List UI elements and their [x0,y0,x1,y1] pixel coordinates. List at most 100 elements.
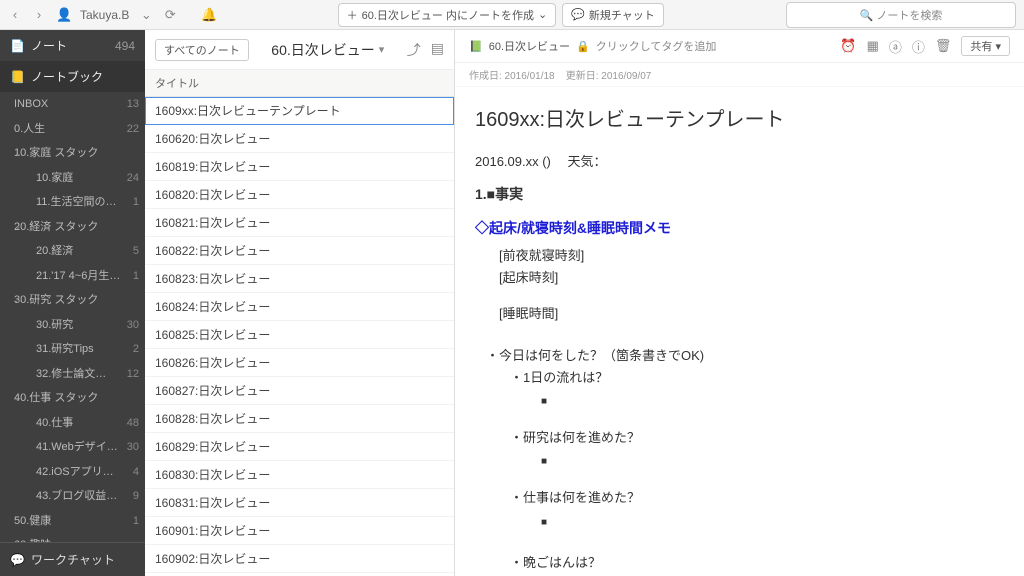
sidebar-item-16[interactable]: 43.ブログ収益…9 [0,484,145,509]
sidebar-item-count: 1 [133,513,139,530]
sidebar-item-1[interactable]: 0.人生22 [0,117,145,142]
sidebar-item-label: 10.家庭 スタック [14,145,98,162]
share-icon[interactable]: ⤴ [407,40,421,60]
note-row-0[interactable]: 1609xx:日次レビューテンプレート [145,97,454,125]
note-row-3[interactable]: 160820:日次レビュー [145,181,454,209]
nav-fwd-icon[interactable]: › [32,7,46,22]
share-button[interactable]: 共有 ▾ [961,36,1010,56]
sidebar-item-label: 20.経済 スタック [14,219,98,236]
chevron-down-icon: ⌄ [14,294,22,308]
list-header: すべてのノート 60.日次レビュー ▾ ⤴ ▤ [145,30,454,70]
sidebar-item-10[interactable]: 31.研究Tips2 [0,337,145,362]
sidebar-item-count: 4 [133,464,139,481]
sidebar-notebooks-header[interactable]: 📒 ノートブック [0,61,145,92]
sidebar-item-8[interactable]: ⌄30.研究 スタック [0,288,145,313]
sidebar: 📄 ノート 494 📒 ノートブック INBOX130.人生22⌄10.家庭 ス… [0,30,145,576]
sidebar-item-9[interactable]: 30.研究30 [0,313,145,338]
note-header: 📗 60.日次レビュー 🔒 クリックしてタグを追加 ⏰ ▦ ⓐ ⓘ 🗑 共有 ▾ [455,30,1024,63]
sidebar-item-14[interactable]: 41.Webデザイ…30 [0,435,145,460]
sidebar-item-count: 13 [127,96,139,113]
sidebar-item-17[interactable]: 50.健康1 [0,509,145,534]
chevron-down-icon: ⌄ [14,147,22,161]
sidebar-item-15[interactable]: 42.iOSアプリ…4 [0,460,145,485]
sidebar-item-label: 41.Webデザイ… [36,439,118,456]
note-row-12[interactable]: 160829:日次レビュー [145,433,454,461]
trash-icon[interactable]: 🗑 [935,38,952,54]
sq2 [475,449,1004,471]
user-dropdown-icon[interactable]: ⌄ [139,7,153,23]
list-actions: ⤴ ▤ [407,40,444,60]
chevron-down-icon: ⌄ [14,220,22,234]
sidebar-item-11[interactable]: 32.修士論文…12 [0,362,145,387]
sidebar-item-label: 30.研究 [36,317,73,334]
created-date: 作成日: 2016/01/18 [469,71,555,82]
note-row-14[interactable]: 160831:日次レビュー [145,489,454,517]
sidebar-item-4[interactable]: 11.生活空間の…1 [0,190,145,215]
sidebar-item-count: 1 [133,194,139,211]
info-icon[interactable]: ⓘ [912,37,925,56]
body-date-line: 2016.09.xx () 天気： [475,151,1004,173]
note-list: 1609xx:日次レビューテンプレート160620:日次レビュー160819:日… [145,97,454,576]
q1a: 1日の流れは？ [475,367,1004,389]
memo-1: [前夜就寝時刻] [475,245,1004,267]
sidebar-item-label: 0.人生 [14,121,45,138]
sidebar-item-5[interactable]: ⌄20.経済 スタック [0,215,145,240]
sidebar-item-0[interactable]: INBOX13 [0,92,145,117]
note-breadcrumb[interactable]: 60.日次レビュー [489,38,570,54]
note-body[interactable]: 1609xx:日次レビューテンプレート 2016.09.xx () 天気： 1.… [455,87,1024,576]
sidebar-item-count: 48 [127,415,139,432]
reminder-icon[interactable]: ⏰ [840,38,856,54]
user-icon[interactable]: 👤 [56,7,70,23]
note-title[interactable]: 1609xx:日次レビューテンプレート [475,103,1004,137]
note-row-2[interactable]: 160819:日次レビュー [145,153,454,181]
list-title-text: 60.日次レビュー [271,40,374,60]
present-icon[interactable]: ▦ [867,38,879,54]
sq1 [475,389,1004,411]
note-header-left: 📗 60.日次レビュー 🔒 クリックしてタグを追加 [469,38,716,54]
note-row-16[interactable]: 160902:日次レビュー [145,545,454,573]
note-header-right: ⏰ ▦ ⓐ ⓘ 🗑 共有 ▾ [840,36,1010,56]
layout-icon[interactable]: ▤ [431,40,444,60]
note-row-1[interactable]: 160620:日次レビュー [145,125,454,153]
sidebar-item-label: 20.経済 [36,243,73,260]
new-chat-button[interactable]: 💬 新規チャット [562,3,664,27]
sidebar-item-count: 5 [133,243,139,260]
nav-back-icon[interactable]: ‹ [8,7,22,22]
note-row-9[interactable]: 160826:日次レビュー [145,349,454,377]
activity-icon[interactable]: 🔔 [201,7,215,23]
note-row-11[interactable]: 160828:日次レビュー [145,405,454,433]
chevron-down-icon: ⌄ [14,392,22,406]
note-row-13[interactable]: 160830:日次レビュー [145,461,454,489]
sidebar-item-12[interactable]: ⌄40.仕事 スタック [0,386,145,411]
annotate-icon[interactable]: ⓐ [889,37,902,56]
sidebar-workchat[interactable]: 💬 ワークチャット [0,542,145,576]
note-row-4[interactable]: 160821:日次レビュー [145,209,454,237]
notebooks-label: ノートブック [31,68,103,85]
tag-hint[interactable]: クリックしてタグを追加 [596,38,717,54]
notes-label: ノート [31,37,67,54]
sidebar-item-2[interactable]: ⌄10.家庭 スタック [0,141,145,166]
list-column-header[interactable]: タイトル [145,70,454,97]
sidebar-item-3[interactable]: 10.家庭24 [0,166,145,191]
note-row-8[interactable]: 160825:日次レビュー [145,321,454,349]
main: 📄 ノート 494 📒 ノートブック INBOX130.人生22⌄10.家庭 ス… [0,30,1024,576]
sidebar-item-13[interactable]: 40.仕事48 [0,411,145,436]
new-note-button[interactable]: ＋ 60.日次レビュー 内にノートを作成 ⌄ [338,3,557,27]
sidebar-notes-header[interactable]: 📄 ノート 494 [0,30,145,61]
note-row-5[interactable]: 160822:日次レビュー [145,237,454,265]
note-row-7[interactable]: 160824:日次レビュー [145,293,454,321]
note-row-6[interactable]: 160823:日次レビュー [145,265,454,293]
note-row-10[interactable]: 160827:日次レビュー [145,377,454,405]
sidebar-item-6[interactable]: 20.経済 5 [0,239,145,264]
sync-icon[interactable]: ⟳ [163,7,177,23]
notebook-icon: 📒 [10,70,25,84]
sidebar-item-count: 24 [127,170,139,187]
list-scope-button[interactable]: すべてのノート [155,39,249,61]
toolbar-center: ＋ 60.日次レビュー 内にノートを作成 ⌄ 💬 新規チャット [223,3,778,27]
user-name[interactable]: Takuya.B [80,8,129,22]
sidebar-item-18[interactable]: 60.趣味 [0,533,145,542]
sidebar-item-7[interactable]: 21.'17 4~6月生…1 [0,264,145,289]
list-title[interactable]: 60.日次レビュー ▾ [271,40,384,60]
note-row-15[interactable]: 160901:日次レビュー [145,517,454,545]
search-input[interactable]: 🔍 ノートを検索 [786,2,1016,28]
